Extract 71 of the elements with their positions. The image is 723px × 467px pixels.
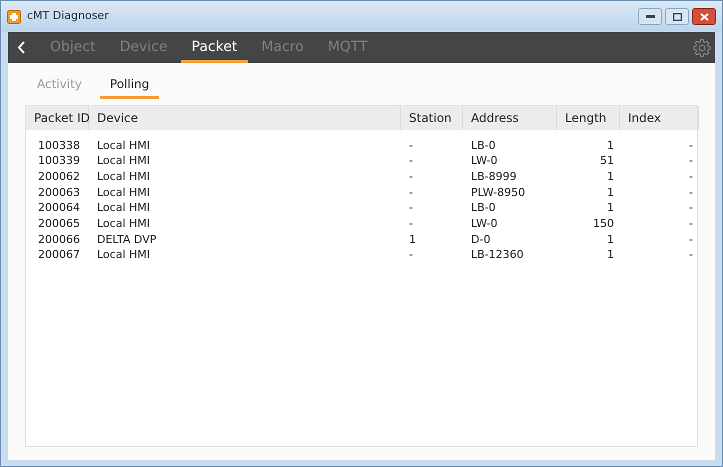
close-button[interactable]	[692, 8, 716, 25]
table-cell-text: -	[409, 153, 413, 170]
table-cell-text: Local HMI	[97, 168, 150, 185]
column-header: Address	[471, 110, 519, 127]
table-cell-text: 150	[593, 216, 614, 232]
table-cell-text: LB-8999	[471, 168, 517, 185]
table-cell-text: -	[689, 216, 693, 232]
table-cell-text: DELTA DVP	[97, 232, 156, 248]
table-cell-text: 200066	[38, 232, 80, 248]
table-cell-text: 100338	[38, 138, 80, 154]
table-cell-text: -	[409, 168, 413, 185]
nav-tab[interactable]: Macro	[250, 32, 315, 63]
table-cell-text: LB-0	[471, 200, 496, 216]
settings-icon[interactable]	[692, 38, 712, 58]
column-header: Packet ID	[34, 110, 90, 127]
table-cell-text: 1	[409, 232, 416, 248]
table-cell-text: LB-0	[471, 138, 496, 154]
nav-tab[interactable]: Packet	[180, 32, 248, 63]
table-cell-text: D-0	[471, 232, 490, 248]
table-cell-text: 51	[600, 153, 614, 170]
nav-tab[interactable]: MQTT	[316, 32, 379, 63]
table-cell-text: PLW-8950	[471, 184, 526, 201]
table-cell-text: 1	[607, 168, 614, 185]
nav-tab[interactable]: Object	[39, 32, 107, 63]
table-cell-text: -	[409, 216, 413, 232]
table-cell-text: Local HMI	[97, 247, 150, 264]
table-cell-text: -	[689, 247, 693, 264]
sub-tab[interactable]: Polling	[100, 75, 160, 99]
table-cell-text: -	[409, 138, 413, 154]
table-cell-text: 1	[607, 247, 614, 264]
window-title: cMT Diagnoser	[27, 8, 109, 24]
maximize-button[interactable]	[665, 8, 689, 25]
table-cell-text: 100339	[38, 153, 80, 170]
table-cell-text: -	[409, 200, 413, 216]
column-header: Station	[409, 110, 452, 127]
table-cell-text: -	[689, 232, 693, 248]
back-icon[interactable]	[17, 41, 25, 54]
table-cell-text: Local HMI	[97, 138, 150, 154]
table-cell-text: Local HMI	[97, 184, 150, 201]
close-icon	[700, 12, 708, 20]
sub-tab[interactable]: Activity	[27, 75, 92, 99]
table-cell-text: 200067	[38, 247, 80, 264]
table-cell-text: 1	[607, 138, 614, 154]
app-icon	[7, 10, 21, 24]
minimize-icon	[646, 15, 654, 18]
table-cell-text: -	[689, 168, 693, 185]
table-cell-text: -	[409, 247, 413, 264]
minimize-button[interactable]	[638, 8, 662, 25]
table-cell-text: -	[689, 153, 693, 170]
table-cell-text: LW-0	[471, 216, 498, 232]
table-cell-text: 200064	[38, 200, 80, 216]
table-cell-text: -	[689, 200, 693, 216]
column-header: Index	[628, 110, 662, 127]
table-cell-text: -	[689, 138, 693, 154]
column-header: Length	[565, 110, 606, 127]
table-cell-text: Local HMI	[97, 200, 150, 216]
table-cell-text: 200062	[38, 168, 80, 185]
table-cell-text: Local HMI	[97, 216, 150, 232]
table-cell-text: 200065	[38, 216, 80, 232]
table-cell-text: 1	[607, 184, 614, 201]
maximize-icon	[672, 12, 682, 20]
table-cell-text: -	[689, 184, 693, 201]
table-cell-text: -	[409, 184, 413, 201]
table-cell-text: 1	[607, 232, 614, 248]
column-header: Device	[97, 110, 138, 127]
table-cell-text: 200063	[38, 184, 80, 201]
table-cell-text: LB-12360	[471, 247, 524, 264]
table-cell-text: 1	[607, 200, 614, 216]
nav-tab[interactable]: Device	[108, 32, 178, 63]
table-cell-text: LW-0	[471, 153, 498, 170]
table-cell-text: Local HMI	[97, 153, 150, 170]
